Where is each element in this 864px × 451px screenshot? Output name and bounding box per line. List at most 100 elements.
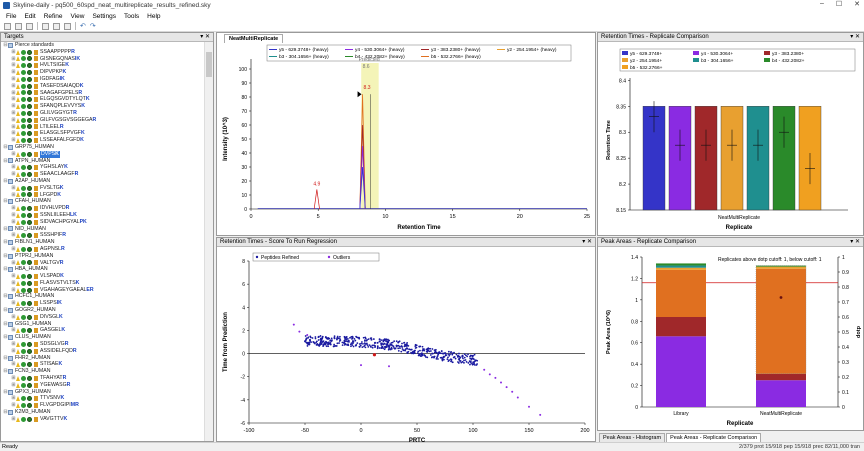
- tree-peptide[interactable]: ⊞ SSNLIILEEHLK: [1, 212, 205, 219]
- tree-peptide[interactable]: ⊞ LTILEELR: [1, 124, 205, 131]
- undo-icon[interactable]: ↶: [80, 22, 86, 30]
- scrollbar-thumb[interactable]: [206, 52, 212, 77]
- tree-protein[interactable]: ⊟ A2AP_HUMAN: [1, 178, 205, 185]
- tree-protein[interactable]: ⊟ FHR2_HUMAN: [1, 355, 205, 362]
- tree-peptide[interactable]: ⊞ VAVGTTVK: [1, 416, 205, 423]
- rt-replicate-pane-buttons[interactable]: ▾ ✕: [850, 33, 860, 42]
- peak-areas-pane-buttons[interactable]: ▾ ✕: [850, 238, 860, 247]
- checked-icon: [21, 70, 26, 76]
- rt-replicate-chart[interactable]: y5 - 629.3748+ y4 - 530.3064+ y3 - 383.238…: [598, 42, 864, 237]
- tree-peptide[interactable]: ⊞ TASEFDSAIAQDK: [1, 83, 205, 90]
- tree-protein[interactable]: ⊟ GOGR2_HUMAN: [1, 307, 205, 314]
- peptide-point: [400, 345, 403, 348]
- tree-peptide[interactable]: ⊞ DIPVPKPK: [1, 69, 205, 76]
- menu-settings[interactable]: Settings: [92, 13, 116, 20]
- tree-peptide[interactable]: ⊞ FLVGPDGIPIMR: [1, 402, 205, 409]
- tree-peptide[interactable]: ⊞ DIVSGLK: [1, 314, 205, 321]
- tree-protein[interactable]: ⊟ CFAH_HUMAN: [1, 198, 205, 205]
- tree-protein[interactable]: ⊟ GRP75_HUMAN: [1, 144, 205, 151]
- menu-refine[interactable]: Refine: [44, 13, 63, 20]
- tree-peptide[interactable]: ⊞ SIDVACHPGYALPK: [1, 219, 205, 226]
- peptide-point: [378, 340, 381, 343]
- targets-tree[interactable]: ⊟ Pierce standards ⊞ SSAAPPPPPR ⊞ GISNEGQNASI…: [1, 42, 205, 441]
- tree-peptide[interactable]: ⊞ SFANQPLEVVYSK: [1, 103, 205, 110]
- peak-status-icon: [34, 124, 38, 130]
- menu-tools[interactable]: Tools: [124, 13, 139, 20]
- tree-protein[interactable]: ⊟ Pierce standards: [1, 42, 205, 49]
- peptide-point: [423, 349, 426, 352]
- tab-peak-areas-replicate-comparison[interactable]: Peak Areas - Replicate Comparison: [666, 433, 762, 442]
- peak-areas-chart[interactable]: 0 0.2 0.4 0.6 0.8 1 1.2 1.4 0 0.1 0.2 0.3 0.4 0.5 0.6 0…: [598, 247, 864, 432]
- minimize-button[interactable]: –: [820, 0, 824, 8]
- tree-peptide[interactable]: ⊞ LSSEAFALFGFDK: [1, 137, 205, 144]
- tree-protein[interactable]: ⊟ K2M3_HUMAN: [1, 409, 205, 416]
- tree-peptide[interactable]: ⊞ FLASVSTVLTSK: [1, 280, 205, 287]
- regression-pane-buttons[interactable]: ▾ ✕: [582, 238, 592, 247]
- cut-icon[interactable]: [42, 22, 49, 30]
- tree-peptide[interactable]: ⊞ YGHSLAYK: [1, 164, 205, 171]
- peak-status-icon: [34, 90, 38, 96]
- tree-peptide[interactable]: ⊞ ELGQSGVDTYLQTK: [1, 96, 205, 103]
- redo-icon[interactable]: ↷: [90, 22, 96, 30]
- tree-peptide[interactable]: ⊞ VALTGVR: [1, 260, 205, 267]
- tree-peptide[interactable]: ⊞ AGPNSLR: [1, 246, 205, 253]
- tree-peptide[interactable]: ⊞ SSAAPPPPPR: [1, 49, 205, 56]
- close-button[interactable]: ✕: [854, 0, 860, 8]
- copy-icon[interactable]: [53, 22, 60, 30]
- maximize-button[interactable]: ☐: [836, 0, 842, 8]
- tree-peptide[interactable]: ⊞ SAAGAFGPELSR: [1, 90, 205, 97]
- peptide-seq-text: SEAACLAAGF: [40, 171, 75, 178]
- tree-peptide[interactable]: ⊞ TTVSNVK: [1, 395, 205, 402]
- tree-peptide[interactable]: ⊞ IGDFAGIK: [1, 76, 205, 83]
- tree-peptide[interactable]: ⊞ YGEWASGR: [1, 382, 205, 389]
- tree-peptide[interactable]: ⊞ SSSHPIFR: [1, 232, 205, 239]
- tree-protein[interactable]: ⊟ NID_HUMAN: [1, 226, 205, 233]
- tree-peptide[interactable]: ⊞ GASGELK: [1, 327, 205, 334]
- tree-peptide[interactable]: ⊞ GLILVGGYGTR: [1, 110, 205, 117]
- tree-protein[interactable]: ⊟ GSG1_HUMAN: [1, 321, 205, 328]
- peptide-point: [345, 340, 348, 342]
- tree-peptide[interactable]: ⊞ SDSGLVGR: [1, 341, 205, 348]
- targets-scrollbar[interactable]: [204, 42, 213, 441]
- save-icon[interactable]: [26, 22, 33, 30]
- tree-peptide[interactable]: ⊞ LSSPSIK: [1, 300, 205, 307]
- chromatogram-chart[interactable]: y5 - 629.3748+ (heavy) y4 - 530.3064+ (he…: [217, 33, 597, 237]
- tree-protein[interactable]: ⊟ HCFC1_HUMAN: [1, 293, 205, 300]
- tree-peptide[interactable]: ⊞ TFAHYATR: [1, 375, 205, 382]
- tree-protein[interactable]: ⊟ ATPN_HUMAN: [1, 158, 205, 165]
- tree-protein[interactable]: ⊟ FCN3_HUMAN: [1, 368, 205, 375]
- tree-peptide[interactable]: ⊞ ELASGLSFPVGFK: [1, 130, 205, 137]
- paste-icon[interactable]: [64, 22, 71, 30]
- tree-peptide[interactable]: ⊞ VLSPADK: [1, 273, 205, 280]
- tree-peptide[interactable]: ⊞ IDVHLVPDR: [1, 205, 205, 212]
- tree-peptide[interactable]: ⊞ LFGPDK: [1, 192, 205, 199]
- tree-peptide[interactable]: ⊞ VGAHAGEYGAEALER: [1, 287, 205, 294]
- menu-help[interactable]: Help: [147, 13, 160, 20]
- tree-peptide[interactable]: ⊞ STISAEK: [1, 361, 205, 368]
- new-document-icon[interactable]: [4, 22, 11, 30]
- tree-peptide[interactable]: ⊞ SEAACLAAGFR: [1, 171, 205, 178]
- tree-peptide[interactable]: ⊞ DVPSK: [1, 150, 205, 158]
- tree-protein[interactable]: ⊟ GPX3_HUMAN: [1, 389, 205, 396]
- tree-protein[interactable]: ⊟ PTPRJ_HUMAN: [1, 253, 205, 260]
- menu-file[interactable]: File: [6, 13, 16, 20]
- tree-peptide[interactable]: ⊞ GISNEGQNASIK: [1, 56, 205, 63]
- open-icon[interactable]: [15, 22, 22, 30]
- menu-edit[interactable]: Edit: [24, 13, 35, 20]
- tree-peptide[interactable]: ⊞ ASSIDELFQDR: [1, 348, 205, 355]
- tab-neatmultireplicate[interactable]: NeatMultiReplicate: [224, 34, 284, 43]
- x-tick-label: 20: [517, 214, 523, 220]
- tree-protein[interactable]: ⊟ FIBLN1_HUMAN: [1, 239, 205, 246]
- y2-tick-label: 0.9: [842, 270, 849, 276]
- tree-protein[interactable]: ⊟ HBA_HUMAN: [1, 266, 205, 273]
- legend-label: b5 - 532.2766+: [630, 65, 663, 71]
- tree-protein[interactable]: ⊟ CLUS_HUMAN: [1, 334, 205, 341]
- peptide-point: [388, 347, 390, 350]
- tree-peptide[interactable]: ⊞ GILFVGSGVSGGEGAR: [1, 117, 205, 124]
- tab-peak-areas-histogram[interactable]: Peak Areas - Histogram: [599, 433, 666, 442]
- tree-peptide[interactable]: ⊞ FVSLTGK: [1, 185, 205, 192]
- tree-peptide[interactable]: ⊞ HVLTSIGEK: [1, 62, 205, 69]
- regression-chart[interactable]: Peptides Refined Outliers -6 -4 -2 0 2 4 6 8 -100 -…: [217, 247, 597, 448]
- menu-view[interactable]: View: [70, 13, 84, 20]
- targets-pane-buttons[interactable]: ▾ ✕: [200, 33, 210, 42]
